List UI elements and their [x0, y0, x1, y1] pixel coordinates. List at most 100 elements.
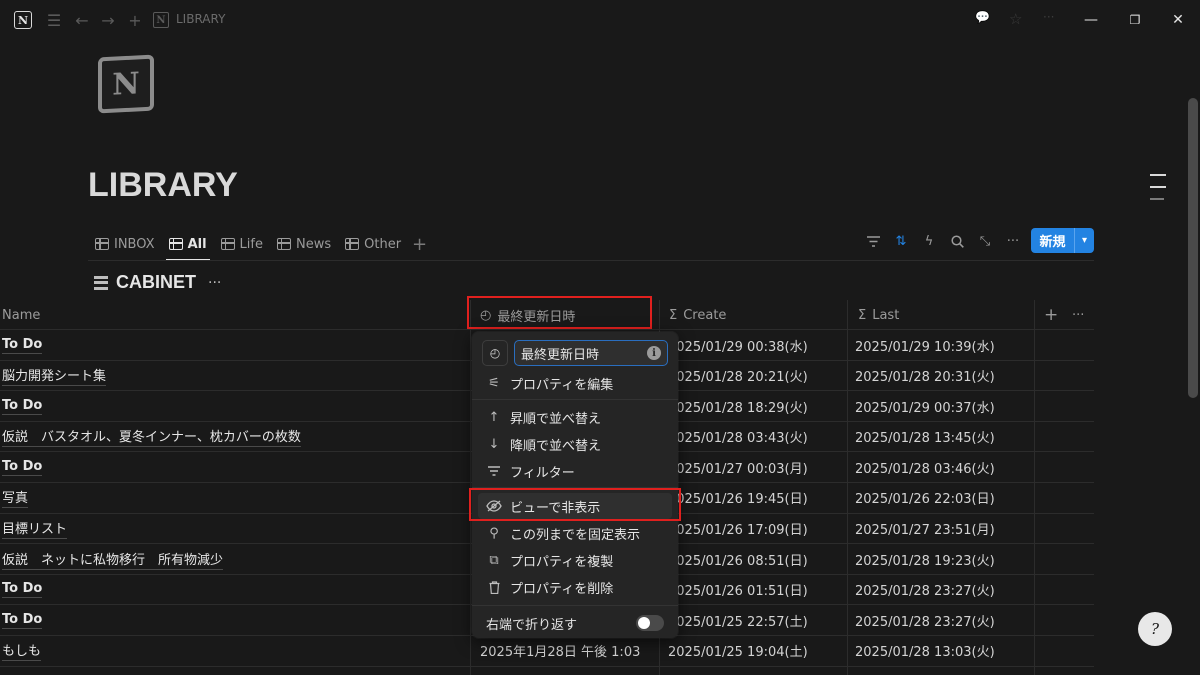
page-link[interactable]: 仮説 ネットに私物移行 所有物減少	[2, 549, 224, 570]
sidebar-menu-icon[interactable]: ☰	[44, 10, 64, 30]
tab-inbox[interactable]: INBOX	[88, 229, 162, 259]
page-link[interactable]: もしも	[2, 640, 42, 662]
tab-life[interactable]: Life	[214, 229, 270, 259]
tab-news[interactable]: News	[270, 229, 338, 259]
page-icon[interactable]: N	[98, 54, 154, 114]
cell-last[interactable]: 2025/01/28 19:23(火)	[855, 544, 995, 574]
menu-item-sort-descending[interactable]: ↓ 降順で並べ替え	[478, 431, 672, 457]
cell-create[interactable]: 2025/01/27 00:03(月)	[668, 452, 808, 482]
cell-create[interactable]: 2025/01/26 01:51(日)	[668, 575, 808, 605]
expand-icon[interactable]: ⤡	[975, 231, 995, 251]
restore-button[interactable]: ❐	[1122, 8, 1148, 32]
cell-last[interactable]: 2025/01/28 23:27(火)	[855, 575, 995, 605]
add-column-button[interactable]: +	[1042, 300, 1058, 330]
cell-last[interactable]: 2025/01/28 20:31(火)	[855, 361, 995, 391]
chevron-down-icon[interactable]: ▾	[1074, 228, 1094, 253]
menu-item-label: 右端で折り返す	[486, 617, 578, 633]
cell-name[interactable]: To Do	[2, 605, 43, 635]
column-header-name[interactable]: Name	[0, 300, 40, 330]
cell-create[interactable]: 2025/01/26 19:45(日)	[668, 483, 808, 513]
minimize-button[interactable]: —	[1078, 8, 1104, 32]
back-arrow-icon[interactable]: ←	[72, 10, 92, 30]
cell-create[interactable]: 2025/01/28 20:21(火)	[668, 361, 808, 391]
cell-name[interactable]: To Do	[2, 330, 43, 360]
page-link[interactable]: 脳力開発シート集	[2, 365, 107, 387]
cell-last[interactable]: 2025/01/28 23:27(火)	[855, 605, 995, 635]
cell-create[interactable]: 2025/01/25 22:57(土)	[668, 605, 808, 635]
property-name-input[interactable]: 最終更新日時 i	[514, 340, 668, 366]
page-link[interactable]: To Do	[2, 337, 43, 354]
search-icon[interactable]	[947, 231, 967, 251]
new-tab-plus-icon[interactable]: +	[125, 10, 145, 30]
menu-item-edit-property[interactable]: ⚟ プロパティを編集	[478, 370, 672, 396]
tab-all[interactable]: All	[162, 229, 214, 261]
table-icon	[168, 238, 183, 250]
cell-create[interactable]: 2025/01/28 18:29(火)	[668, 391, 808, 421]
menu-item-delete-property[interactable]: プロパティを削除	[478, 574, 672, 600]
wrap-toggle[interactable]	[636, 615, 664, 631]
cell-create[interactable]: 2025/01/29 00:38(水)	[668, 330, 808, 360]
column-header-last[interactable]: Σ Last	[856, 300, 899, 330]
scrollbar-thumb[interactable]	[1188, 98, 1198, 398]
new-button-label[interactable]: 新規	[1031, 228, 1074, 253]
database-title: CABINET ···	[94, 272, 221, 293]
clock-icon[interactable]: ◴	[482, 340, 508, 366]
cell-create[interactable]: 2025/01/28 03:43(火)	[668, 422, 808, 452]
more-icon[interactable]: ···	[1003, 231, 1023, 251]
menu-item-freeze-column[interactable]: ⚲ この列までを固定表示	[478, 520, 672, 546]
page-more-icon[interactable]: ···	[1043, 10, 1054, 24]
cell-create[interactable]: 2025/01/26 17:09(日)	[668, 514, 808, 544]
cell-name[interactable]: 目標リスト	[2, 514, 68, 544]
database-more-icon[interactable]: ···	[208, 275, 221, 291]
cell-last[interactable]: 2025/01/28 13:45(火)	[855, 422, 995, 452]
breadcrumb[interactable]: LIBRARY	[176, 12, 225, 26]
automation-icon[interactable]: ϟ	[919, 231, 939, 251]
menu-item-filter[interactable]: フィルター	[478, 458, 672, 484]
cell-name[interactable]: To Do	[2, 452, 43, 482]
page-link[interactable]: To Do	[2, 581, 43, 599]
page-link[interactable]: To Do	[2, 398, 43, 415]
cell-create[interactable]: 2025/01/26 08:51(日)	[668, 544, 808, 574]
page-link[interactable]: 仮説 バスタオル、夏冬インナー、枕カバーの枚数	[2, 426, 301, 448]
menu-item-duplicate-property[interactable]: ⧉ プロパティを複製	[478, 547, 672, 573]
table-icon	[95, 238, 109, 250]
column-header-create[interactable]: Σ Create	[667, 300, 726, 330]
cell-name[interactable]: 仮説 ネットに私物移行 所有物減少	[2, 544, 224, 574]
cell-name[interactable]: 写真	[2, 483, 29, 513]
cell-name[interactable]: To Do	[2, 391, 43, 421]
table-row[interactable]: もしも 2025年1月28日 午後 1:03 2025/01/25 19:04(土)…	[0, 636, 1094, 667]
menu-item-sort-ascending[interactable]: ↑ 昇順で並べ替え	[478, 404, 672, 430]
tab-other[interactable]: Other	[338, 229, 408, 259]
page-link[interactable]: 目標リスト	[2, 518, 68, 540]
cell-last[interactable]: 2025/01/29 00:37(水)	[855, 391, 995, 421]
table-of-contents-indicator[interactable]	[1150, 174, 1166, 210]
notion-logo-icon[interactable]: N	[14, 11, 32, 29]
cell-name[interactable]: 脳力開発シート集	[2, 361, 107, 391]
cell-updated[interactable]: 2025年1月28日 午後 1:03	[480, 636, 640, 666]
cell-last[interactable]: 2025/01/27 23:51(月)	[855, 514, 995, 544]
page-link[interactable]: To Do	[2, 612, 43, 629]
cell-last[interactable]: 2025/01/28 13:03(火)	[855, 636, 995, 666]
cell-name[interactable]: To Do	[2, 575, 43, 605]
column-more-button[interactable]: ···	[1070, 300, 1084, 330]
page-title[interactable]: LIBRARY	[88, 166, 238, 205]
database-name[interactable]: CABINET	[116, 272, 196, 293]
page-link[interactable]: To Do	[2, 459, 43, 476]
forward-arrow-icon[interactable]: →	[98, 10, 118, 30]
page-link[interactable]: 写真	[2, 487, 29, 509]
cell-name[interactable]: 仮説 バスタオル、夏冬インナー、枕カバーの枚数	[2, 422, 301, 452]
sort-icon[interactable]: ⇅	[891, 231, 911, 251]
add-view-button[interactable]: +	[408, 234, 431, 255]
cell-last[interactable]: 2025/01/26 22:03(日)	[855, 483, 995, 513]
info-icon[interactable]: i	[647, 346, 661, 360]
comments-icon[interactable]: 💬	[975, 10, 990, 24]
filter-icon[interactable]	[863, 231, 883, 251]
cell-create[interactable]: 2025/01/25 19:04(土)	[668, 636, 808, 666]
close-button[interactable]: ✕	[1165, 8, 1191, 32]
favorite-star-icon[interactable]: ☆	[1009, 10, 1022, 28]
cell-last[interactable]: 2025/01/29 10:39(水)	[855, 330, 995, 360]
new-button[interactable]: 新規 ▾	[1031, 228, 1094, 253]
cell-last[interactable]: 2025/01/28 03:46(火)	[855, 452, 995, 482]
cell-name[interactable]: もしも	[2, 636, 42, 666]
help-button[interactable]: ?	[1138, 612, 1172, 646]
